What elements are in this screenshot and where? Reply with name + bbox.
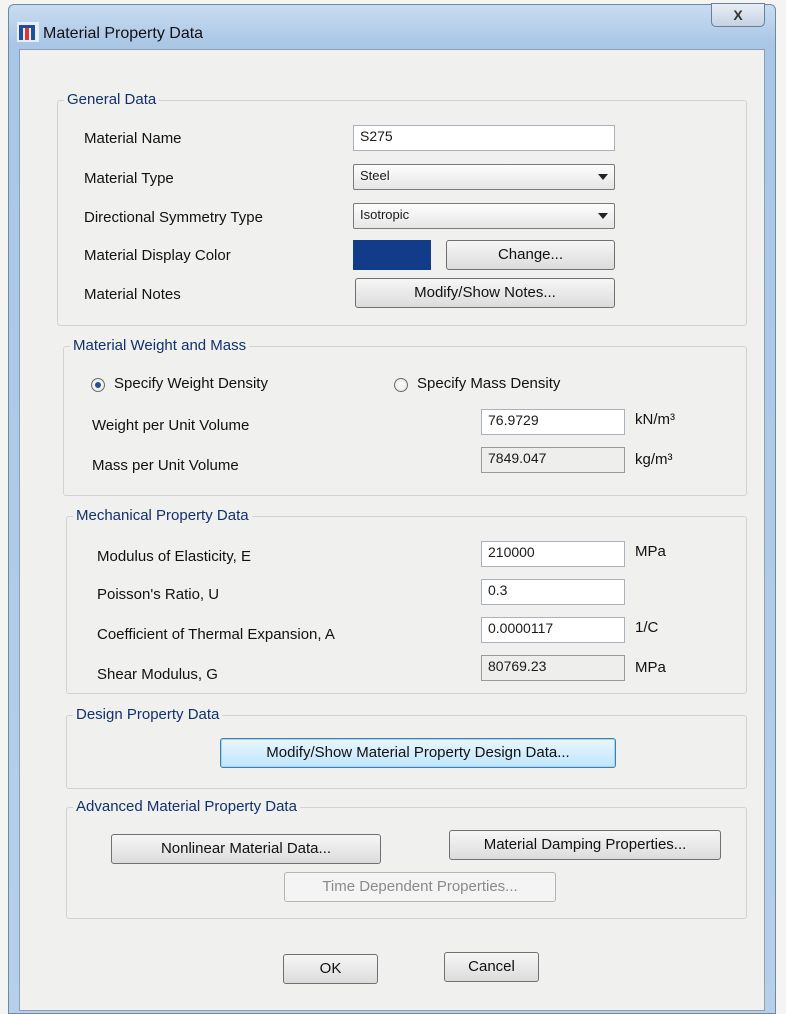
- symmetry-type-label: Directional Symmetry Type: [84, 209, 263, 226]
- title-bar[interactable]: Material Property Data X: [9, 3, 775, 49]
- display-color-label: Material Display Color: [84, 247, 231, 264]
- chevron-down-icon: [598, 174, 608, 180]
- change-color-button[interactable]: Change...: [446, 240, 615, 270]
- specify-mass-label[interactable]: Specify Mass Density: [417, 375, 560, 392]
- mass-per-volume-field: 7849.047: [481, 447, 625, 473]
- ok-button[interactable]: OK: [283, 954, 378, 984]
- specify-mass-radio[interactable]: [394, 378, 408, 392]
- material-type-value: Steel: [360, 168, 390, 183]
- time-dependent-button[interactable]: Time Dependent Properties...: [284, 872, 556, 902]
- elasticity-label: Modulus of Elasticity, E: [97, 548, 251, 565]
- group-title: Mechanical Property Data: [73, 507, 252, 524]
- shear-modulus-label: Shear Modulus, G: [97, 666, 218, 683]
- thermal-expansion-unit: 1/C: [635, 619, 659, 636]
- thermal-expansion-input[interactable]: 0.0000117: [481, 617, 625, 643]
- dialog-body: General Data Material Name S275 Material…: [19, 49, 765, 1011]
- thermal-expansion-label: Coefficient of Thermal Expansion, A: [97, 626, 335, 643]
- damping-properties-button[interactable]: Material Damping Properties...: [449, 830, 721, 860]
- weight-mass-group: Material Weight and Mass Specify Weight …: [63, 337, 747, 496]
- nonlinear-data-button[interactable]: Nonlinear Material Data...: [111, 834, 381, 864]
- display-color-swatch: [353, 240, 431, 270]
- advanced-property-group: Advanced Material Property Data Nonlinea…: [66, 798, 747, 919]
- group-title: Material Weight and Mass: [70, 337, 250, 354]
- close-icon: X: [733, 7, 743, 23]
- material-type-select[interactable]: Steel: [353, 164, 615, 190]
- mass-unit: kg/m³: [635, 451, 673, 468]
- group-title: Design Property Data: [73, 706, 223, 723]
- symmetry-type-value: Isotropic: [360, 207, 410, 222]
- shear-modulus-unit: MPa: [635, 659, 666, 676]
- weight-per-volume-label: Weight per Unit Volume: [92, 417, 250, 434]
- mass-per-volume-label: Mass per Unit Volume: [92, 457, 239, 474]
- close-button[interactable]: X: [711, 3, 765, 27]
- mechanical-property-group: Mechanical Property Data Modulus of Elas…: [66, 507, 747, 694]
- elasticity-unit: MPa: [635, 543, 666, 560]
- cancel-button[interactable]: Cancel: [444, 952, 539, 982]
- elasticity-input[interactable]: 210000: [481, 541, 625, 567]
- weight-per-volume-input[interactable]: 76.9729: [481, 409, 625, 435]
- symmetry-type-select[interactable]: Isotropic: [353, 203, 615, 229]
- group-title: General Data: [64, 91, 160, 108]
- dialog-window: Material Property Data X General Data Ma…: [8, 3, 776, 1014]
- material-type-label: Material Type: [84, 170, 174, 187]
- specify-weight-radio[interactable]: [91, 378, 105, 392]
- specify-weight-label[interactable]: Specify Weight Density: [114, 375, 268, 392]
- material-name-input[interactable]: S275: [353, 125, 615, 151]
- design-data-button[interactable]: Modify/Show Material Property Design Dat…: [220, 738, 616, 768]
- group-title: Advanced Material Property Data: [73, 798, 300, 815]
- window-title: Material Property Data: [43, 25, 204, 42]
- app-logo-icon: [17, 22, 39, 42]
- modify-notes-button[interactable]: Modify/Show Notes...: [355, 278, 615, 308]
- weight-unit: kN/m³: [635, 411, 675, 428]
- chevron-down-icon: [598, 213, 608, 219]
- shear-modulus-field: 80769.23: [481, 655, 625, 681]
- poisson-label: Poisson's Ratio, U: [97, 586, 220, 603]
- poisson-input[interactable]: 0.3: [481, 579, 625, 605]
- general-data-group: General Data Material Name S275 Material…: [57, 91, 747, 326]
- material-name-label: Material Name: [84, 130, 182, 147]
- material-notes-label: Material Notes: [84, 286, 181, 303]
- design-property-group: Design Property Data Modify/Show Materia…: [66, 706, 747, 789]
